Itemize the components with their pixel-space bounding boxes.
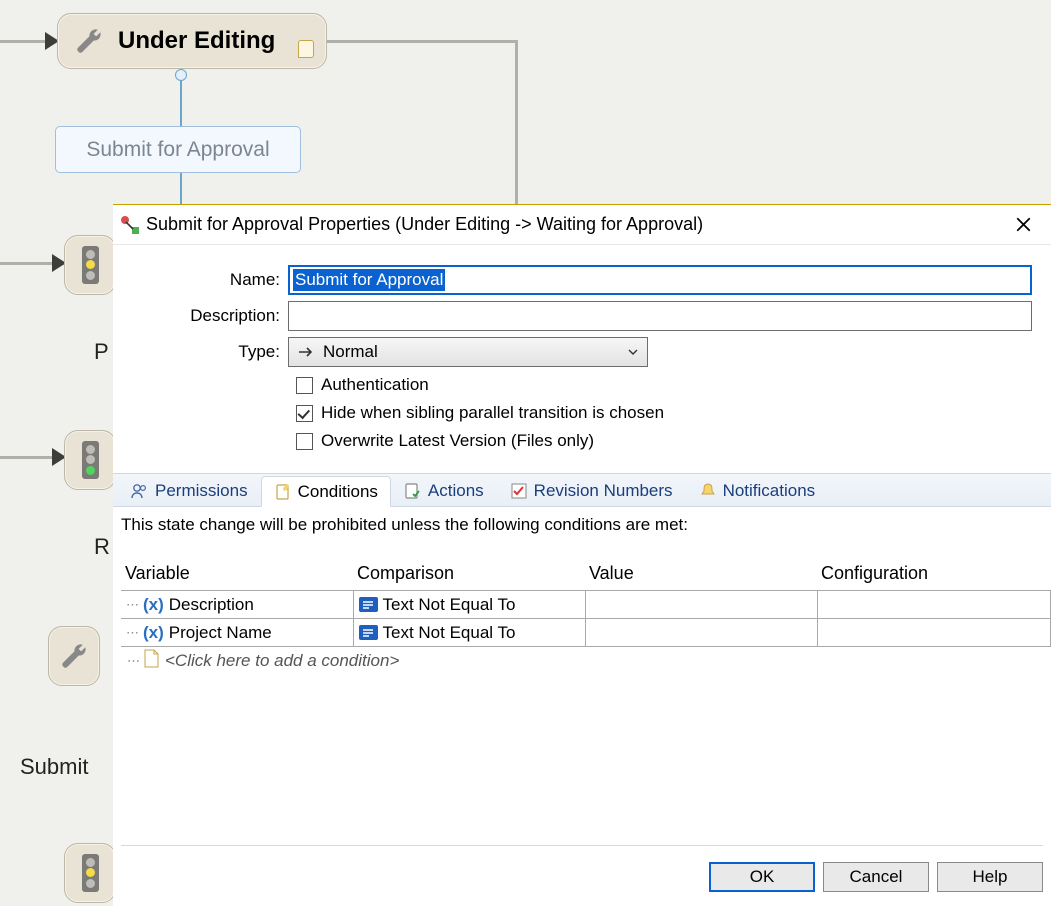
type-dropdown[interactable]: Normal <box>288 337 648 367</box>
condition-configuration[interactable] <box>817 619 1051 647</box>
condition-comparison: Text Not Equal To <box>383 595 516 615</box>
traffic-light-icon <box>82 854 99 892</box>
checkbox-hide[interactable] <box>296 405 313 422</box>
tree-line-icon: ⋯ <box>126 653 138 669</box>
variable-icon: (x) <box>143 623 164 643</box>
checkbox-hide-row[interactable]: Hide when sibling parallel transition is… <box>296 403 1051 423</box>
close-button[interactable] <box>1001 210 1045 240</box>
state-node-under-editing[interactable]: Under Editing <box>57 13 327 69</box>
tab-notifications-label: Notifications <box>723 481 816 501</box>
state-node-partial-4[interactable] <box>64 843 116 903</box>
name-label: Name: <box>113 270 288 290</box>
transition-properties-dialog: Submit for Approval Properties (Under Ed… <box>113 204 1051 906</box>
condition-value[interactable] <box>585 591 817 619</box>
checkbox-overwrite-row[interactable]: Overwrite Latest Version (Files only) <box>296 431 1051 451</box>
traffic-light-icon <box>82 441 99 479</box>
file-dogear-icon <box>298 40 314 58</box>
new-page-icon <box>143 649 160 673</box>
page-star-icon <box>274 483 292 501</box>
checkbox-authentication[interactable] <box>296 377 313 394</box>
tab-conditions-label: Conditions <box>298 482 378 502</box>
tab-permissions-label: Permissions <box>155 481 248 501</box>
checkbox-authentication-row[interactable]: Authentication <box>296 375 1051 395</box>
condition-row[interactable]: ⋯ (x)Description Text Not Equal To <box>121 591 1051 619</box>
ok-button[interactable]: OK <box>709 862 815 892</box>
tab-body-conditions: This state change will be prohibited unl… <box>113 507 1051 675</box>
col-configuration[interactable]: Configuration <box>817 559 1051 591</box>
tree-line-icon: ⋯ <box>126 625 138 641</box>
bell-icon <box>699 482 717 500</box>
checkbox-overwrite[interactable] <box>296 433 313 450</box>
partial-text-submit: Submit <box>20 754 88 780</box>
conditions-header-row: Variable Comparison Value Configuration <box>121 559 1051 591</box>
dialog-titlebar[interactable]: Submit for Approval Properties (Under Ed… <box>113 205 1051 245</box>
description-input[interactable] <box>288 301 1032 331</box>
help-button[interactable]: Help <box>937 862 1043 892</box>
arrow-right-icon <box>297 343 315 361</box>
transition-icon <box>120 215 140 235</box>
description-label: Description: <box>113 306 288 326</box>
condition-value[interactable] <box>585 619 817 647</box>
checkbox-hide-label: Hide when sibling parallel transition is… <box>321 403 664 423</box>
dialog-button-bar: OK Cancel Help <box>121 845 1043 892</box>
form-area: Name: Submit for Approval Description: T… <box>113 245 1051 451</box>
state-node-partial-2[interactable] <box>64 430 116 490</box>
tab-strip: Permissions Conditions Actions Revision … <box>113 473 1051 507</box>
tab-revision-label: Revision Numbers <box>534 481 673 501</box>
col-comparison[interactable]: Comparison <box>353 559 585 591</box>
workflow-canvas: Under Editing Submit for Approval P R Su… <box>0 0 1051 906</box>
col-value[interactable]: Value <box>585 559 817 591</box>
variable-icon: (x) <box>143 595 164 615</box>
add-condition-row[interactable]: ⋯ <Click here to add a condition> <box>121 647 1051 675</box>
state-node-partial-3[interactable] <box>48 626 100 686</box>
page-check-icon <box>404 482 422 500</box>
checkbox-authentication-label: Authentication <box>321 375 429 395</box>
chevron-down-icon <box>627 346 639 358</box>
transition-node-submit[interactable]: Submit for Approval <box>55 126 301 173</box>
tab-permissions[interactable]: Permissions <box>118 476 261 506</box>
traffic-light-icon <box>82 246 99 284</box>
partial-text-p: P <box>94 339 109 365</box>
checkbox-overwrite-label: Overwrite Latest Version (Files only) <box>321 431 594 451</box>
tab-actions[interactable]: Actions <box>391 476 497 506</box>
conditions-note: This state change will be prohibited unl… <box>121 515 1051 535</box>
wrench-icon <box>59 641 89 671</box>
cancel-button[interactable]: Cancel <box>823 862 929 892</box>
tab-revision-numbers[interactable]: Revision Numbers <box>497 476 686 506</box>
conditions-table: Variable Comparison Value Configuration … <box>121 559 1051 675</box>
condition-comparison: Text Not Equal To <box>383 623 516 643</box>
dialog-title: Submit for Approval Properties (Under Ed… <box>146 214 703 235</box>
transition-node-label: Submit for Approval <box>86 138 269 162</box>
operator-icon <box>359 597 378 612</box>
tree-line-icon: ⋯ <box>126 597 138 613</box>
state-node-partial-1[interactable] <box>64 235 116 295</box>
condition-row[interactable]: ⋯ (x)Project Name Text Not Equal To <box>121 619 1051 647</box>
add-condition-placeholder: <Click here to add a condition> <box>165 651 399 671</box>
type-label: Type: <box>113 342 288 362</box>
operator-icon <box>359 625 378 640</box>
type-value: Normal <box>323 342 378 362</box>
tab-notifications[interactable]: Notifications <box>686 476 829 506</box>
partial-text-r: R <box>94 534 110 560</box>
condition-configuration[interactable] <box>817 591 1051 619</box>
tab-conditions[interactable]: Conditions <box>261 476 391 507</box>
condition-variable: Description <box>169 595 254 615</box>
wrench-icon <box>74 26 104 56</box>
condition-variable: Project Name <box>169 623 272 643</box>
tab-actions-label: Actions <box>428 481 484 501</box>
col-variable[interactable]: Variable <box>121 559 353 591</box>
state-node-label: Under Editing <box>118 27 275 55</box>
users-icon <box>131 482 149 500</box>
name-input[interactable]: Submit for Approval <box>288 265 1032 295</box>
check-box-icon <box>510 482 528 500</box>
